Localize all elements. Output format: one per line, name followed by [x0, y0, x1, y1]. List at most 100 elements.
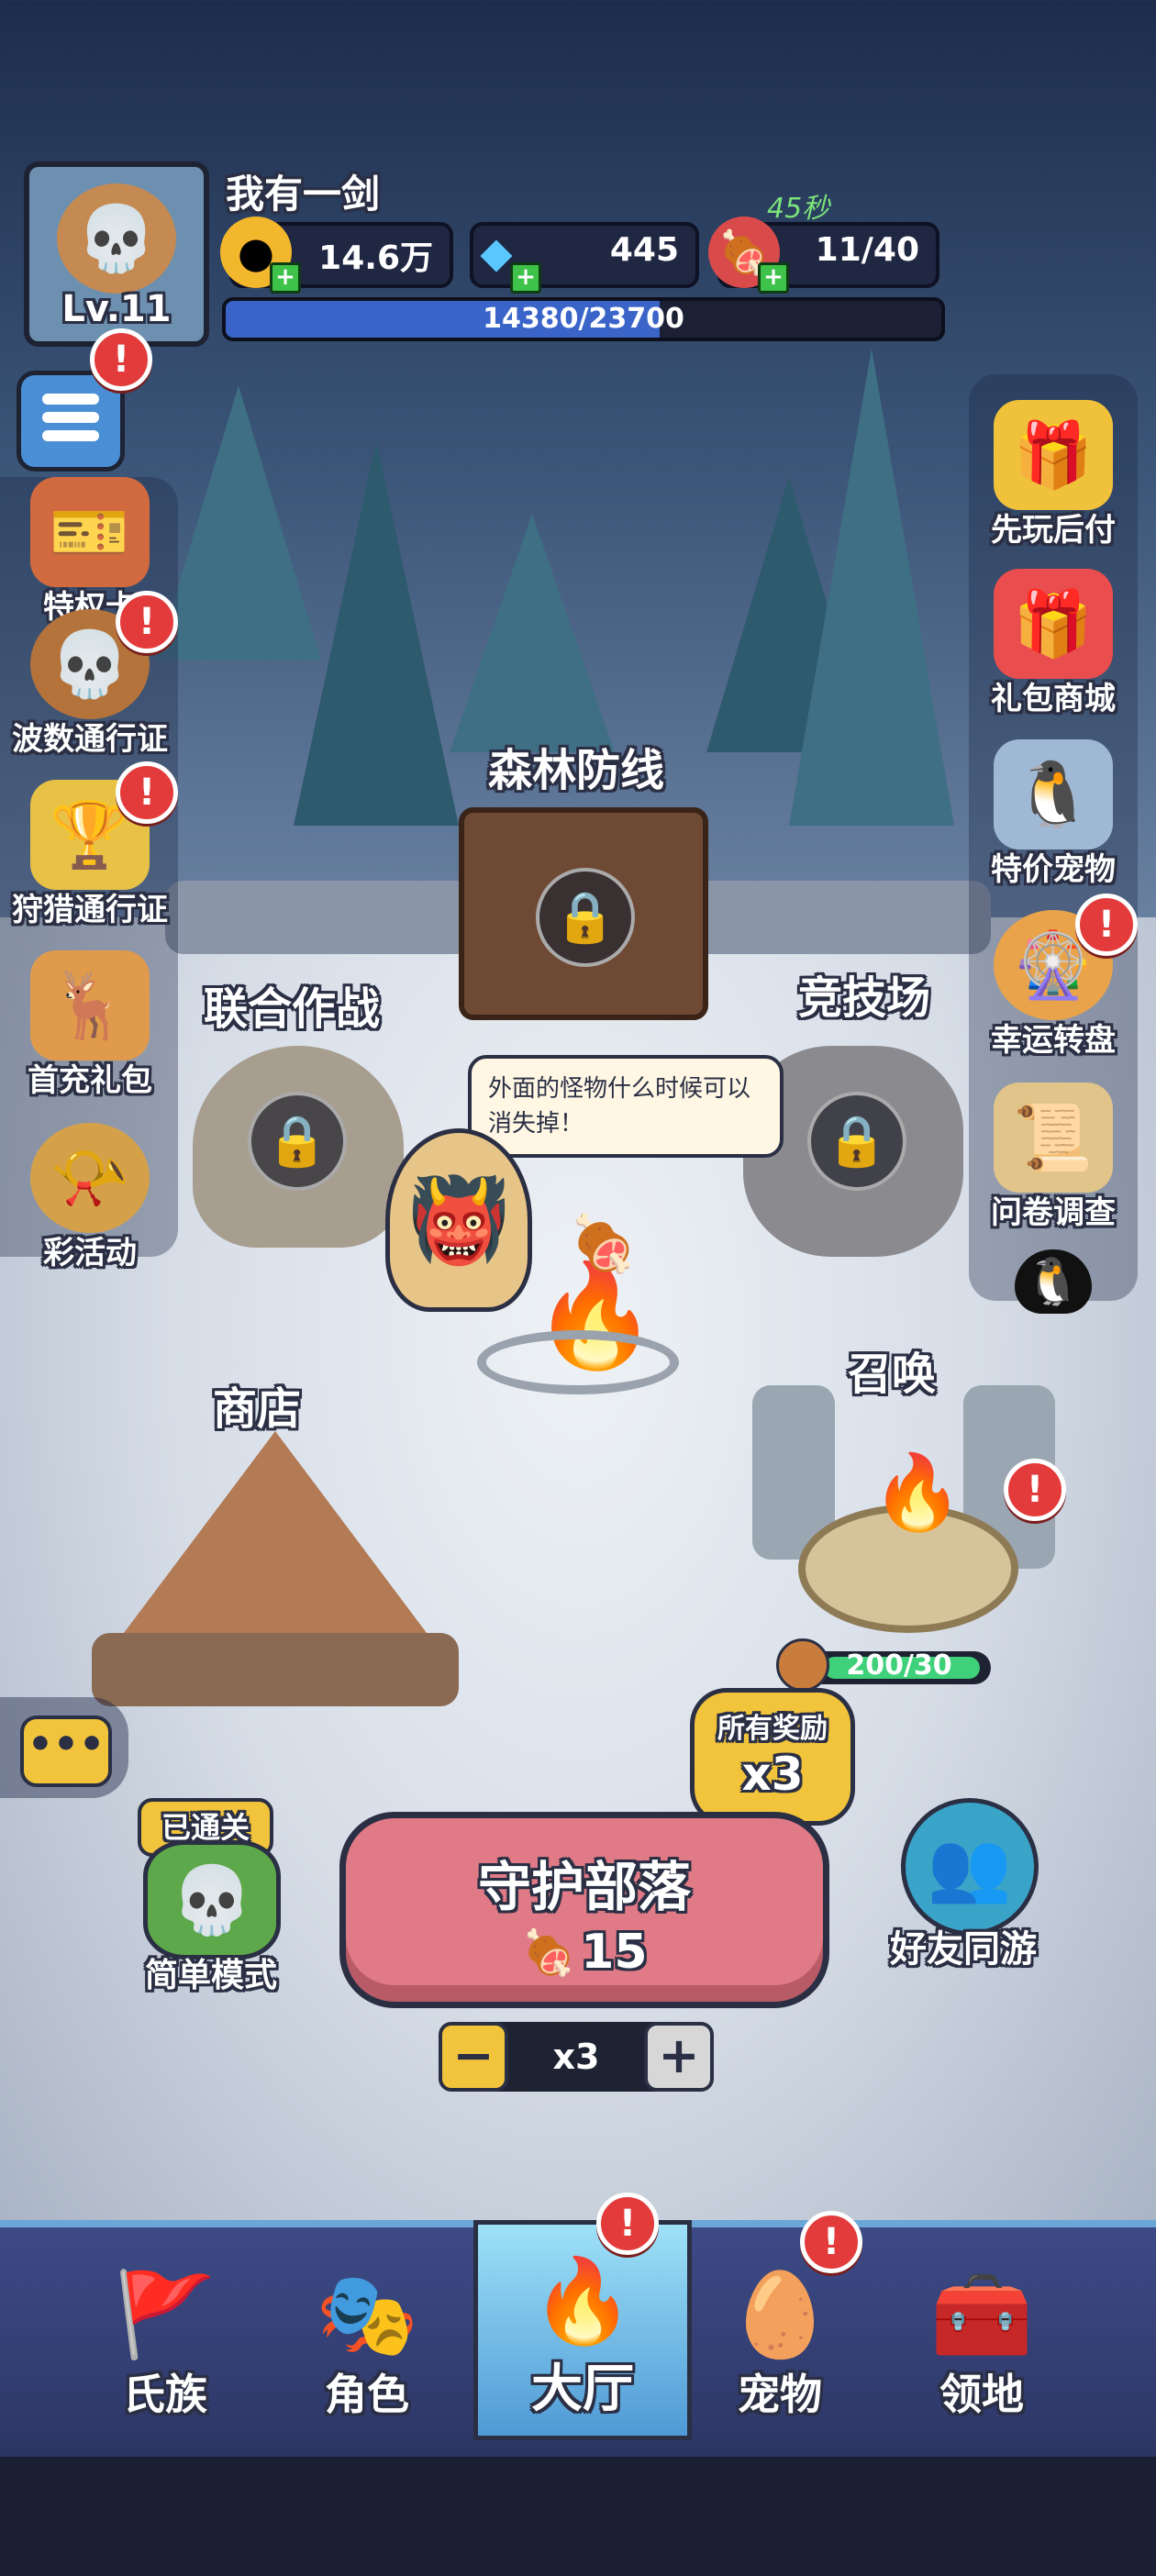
stamina-counter[interactable]: 🍖 + 11/40: [708, 217, 939, 294]
increase-button[interactable]: +: [644, 2022, 714, 2092]
all-rewards-bubble: 所有奖励 x3: [690, 1688, 855, 1826]
chat-button[interactable]: •••: [0, 1697, 128, 1798]
campfire: 🔥: [477, 1257, 679, 1394]
add-diamond-icon[interactable]: +: [510, 262, 541, 294]
nav-clan-label: 氏族: [123, 2370, 207, 2419]
forest-defense-label: 森林防线: [488, 745, 665, 796]
gold-counter[interactable]: ● + 14.6万: [220, 217, 453, 294]
survey-scroll-icon: 📜: [994, 1083, 1113, 1193]
stone-ring: [477, 1330, 679, 1394]
pet-deal-label: 特价宠物: [991, 851, 1116, 888]
hamburger-icon: [42, 394, 99, 441]
play-first-label: 先玩后付: [991, 512, 1116, 549]
hunt-pass-label: 狩猎通行证: [12, 892, 168, 928]
hero-mask-icon: 🎭: [315, 2266, 419, 2363]
nav-territory-label: 领地: [939, 2370, 1024, 2419]
speech-bubble: 外面的怪物什么时候可以消失掉！: [468, 1055, 784, 1158]
player-level: Lv.11: [61, 288, 172, 330]
chat-bubble-icon: •••: [20, 1715, 112, 1787]
event-label: 彩活动: [43, 1235, 137, 1271]
lucky-wheel-badge: !: [1075, 894, 1138, 956]
summon-fire-icon: 🔥: [872, 1449, 963, 1535]
friends-together-button[interactable]: 👥 好友同游: [862, 1798, 1064, 1982]
nav-clan[interactable]: 🚩 氏族: [64, 2238, 266, 2431]
play-first-pay-later-button[interactable]: 🎁 先玩后付: [974, 400, 1132, 550]
tent-base: [92, 1633, 459, 1706]
roasting-meat-icon: 🍖: [569, 1212, 638, 1276]
gold-value: 14.6万: [318, 239, 433, 277]
guard-tribe-label: 守护部落: [477, 1856, 691, 1918]
summon-altar[interactable]: 🔥: [752, 1385, 1055, 1660]
nav-lobby-label: 大厅: [531, 2359, 634, 2419]
joint-battle-label: 联合作战: [204, 983, 381, 1035]
stamina-value: 11/40: [815, 231, 919, 269]
pet-egg-icon: 🥚: [728, 2266, 832, 2363]
pet-deal-icon: 🐧: [994, 739, 1113, 849]
lucky-wheel-label: 幸运转盘: [991, 1022, 1116, 1059]
speech-text: 外面的怪物什么时候可以消失掉！: [488, 1075, 751, 1138]
player-name: 我有一剑: [226, 172, 381, 217]
event-horn-icon: 📯: [30, 1123, 150, 1233]
nav-pet-label: 宠物: [738, 2370, 822, 2419]
qq-penguin-icon[interactable]: 🐧: [1015, 1249, 1092, 1314]
bottom-nav-floor: [0, 2457, 1156, 2576]
gift-box-icon: 🎁: [994, 569, 1113, 679]
pet-deal-button[interactable]: 🐧 特价宠物: [974, 739, 1132, 889]
nav-pet[interactable]: 🥚 宠物: [679, 2238, 881, 2431]
lock-icon: 🔒: [807, 1092, 906, 1191]
gift-shop-label: 礼包商城: [991, 681, 1116, 717]
friends-label: 好友同游: [890, 1928, 1037, 1971]
add-stamina-icon[interactable]: +: [758, 262, 789, 294]
shop-label: 商店: [213, 1383, 302, 1435]
exp-text: 14380/23700: [483, 303, 684, 335]
lock-icon: 🔒: [248, 1092, 347, 1191]
diamond-value: 445: [609, 231, 679, 269]
privilege-card-icon: 🎫: [30, 477, 150, 587]
summon-counter-text: 200/30: [846, 1649, 952, 1682]
all-rewards-label: 所有奖励: [717, 1713, 828, 1745]
diamond-counter[interactable]: ◆ + 445: [470, 222, 699, 294]
survey-button[interactable]: 📜 问卷调查: [974, 1083, 1132, 1232]
territory-chest-icon: 🧰: [929, 2266, 1034, 2363]
nav-lobby-badge: !: [596, 2193, 659, 2255]
skull-mask-icon: 💀: [57, 183, 176, 294]
nav-hero-label: 角色: [325, 2370, 409, 2419]
survey-label: 问卷调查: [991, 1194, 1116, 1231]
friends-icon: 👥: [901, 1798, 1039, 1936]
tent-roof: [110, 1431, 440, 1651]
exp-bar: 14380/23700: [222, 297, 945, 341]
pine-tree: [789, 349, 954, 826]
meat-cost-icon: 🍖: [521, 1927, 577, 1979]
lock-icon: 🔒: [536, 868, 635, 967]
nav-territory[interactable]: 🧰 领地: [881, 2238, 1083, 2431]
hunt-pass-badge: !: [116, 761, 178, 824]
forest-defense-gate[interactable]: 🔒: [459, 807, 708, 1020]
summon-badge: !: [1004, 1459, 1066, 1521]
nav-lobby[interactable]: 🔥 大厅: [473, 2220, 692, 2440]
easy-mode-button[interactable]: 已通关 💀 简单模式: [128, 1798, 294, 1994]
wave-pass-badge: !: [116, 591, 178, 653]
event-button[interactable]: 📯 彩活动: [7, 1123, 172, 1272]
decrease-button[interactable]: −: [439, 2022, 508, 2092]
arena-label: 竞技场: [798, 972, 931, 1024]
pine-tree: [450, 514, 615, 752]
plus-icon: +: [658, 2026, 700, 2084]
first-recharge-label: 首充礼包: [28, 1062, 152, 1099]
gift-shop-button[interactable]: 🎁 礼包商城: [974, 569, 1132, 718]
player-avatar[interactable]: 💀 Lv.11: [24, 161, 209, 347]
wave-pass-label: 波数通行证: [12, 721, 168, 758]
guard-tribe-cost: 15: [581, 1925, 648, 1980]
minus-icon: −: [452, 2026, 495, 2084]
joint-battle-skull[interactable]: 🔒: [193, 1046, 404, 1248]
nav-hero[interactable]: 🎭 角色: [266, 2238, 468, 2431]
shop-tent[interactable]: [73, 1431, 477, 1706]
menu-alert-badge: !: [90, 328, 152, 391]
pine-tree: [294, 440, 459, 826]
treasure-chest-icon: 🎁: [994, 400, 1113, 510]
first-recharge-button[interactable]: 🦌 首充礼包: [7, 950, 172, 1100]
add-gold-icon[interactable]: +: [270, 262, 301, 294]
summon-token-icon: [776, 1638, 829, 1692]
nav-pet-badge: !: [800, 2211, 862, 2273]
guard-tribe-button[interactable]: 守护部落 🍖 15: [339, 1812, 829, 2008]
multiplier-stepper: − x3 +: [439, 2022, 714, 2092]
